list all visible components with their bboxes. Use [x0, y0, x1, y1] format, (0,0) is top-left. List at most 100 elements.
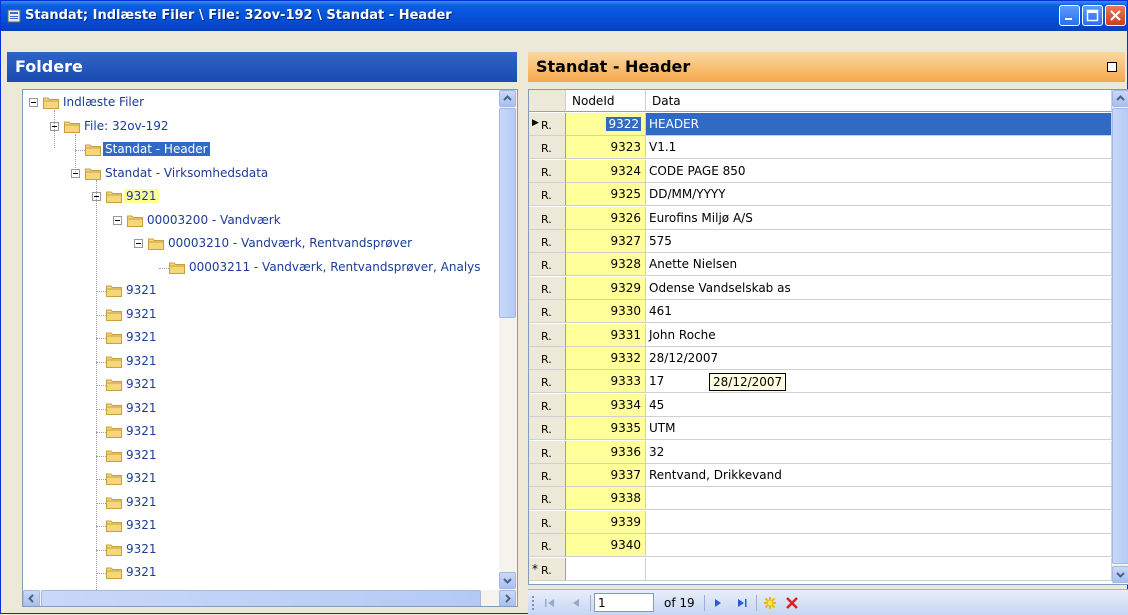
tree-node[interactable]: 00003211 - Vandværk, Rentvandsprøver, An…: [23, 257, 499, 279]
row-selector[interactable]: R.: [529, 136, 566, 160]
tree-node[interactable]: 9321: [23, 280, 499, 302]
tree-node[interactable]: 9321: [23, 468, 499, 490]
delete-icon[interactable]: [784, 595, 800, 611]
tree-node[interactable]: 00003210 - Vandværk, Rentvandsprøver: [23, 233, 499, 255]
nodeid-cell[interactable]: 9331: [566, 323, 646, 347]
collapse-toggle-icon[interactable]: [134, 239, 143, 248]
tree-node[interactable]: 9321: [23, 374, 499, 396]
table-row[interactable]: R. 9340: [529, 534, 1112, 558]
collapse-toggle-icon[interactable]: [29, 98, 38, 107]
nodeid-cell[interactable]: 9340: [566, 534, 646, 558]
tree-node[interactable]: 00003200 - Vandværk: [23, 210, 499, 232]
nodeid-cell[interactable]: 9339: [566, 510, 646, 534]
tree-node[interactable]: 9321: [23, 351, 499, 373]
row-selector[interactable]: R.: [529, 253, 566, 277]
nodeid-cell[interactable]: 9325: [566, 183, 646, 207]
table-row[interactable]: R. 9329 Odense Vandselskab as: [529, 276, 1112, 300]
move-first-icon[interactable]: [542, 595, 558, 611]
table-row[interactable]: R. 9336 32: [529, 440, 1112, 464]
title-bar[interactable]: Standat; Indlæste Filer \ File: 32ov-192…: [1, 1, 1127, 31]
data-cell[interactable]: 28/12/2007: [646, 347, 1112, 370]
row-selector[interactable]: R.: [529, 159, 566, 183]
grid-scroll-down-button[interactable]: [1112, 566, 1128, 583]
add-new-icon[interactable]: [762, 595, 778, 611]
data-cell[interactable]: V1.1: [646, 136, 1112, 160]
tree-node[interactable]: Standat - Virksomhedsdata: [23, 163, 499, 185]
maximize-button[interactable]: [1082, 5, 1103, 26]
table-row[interactable]: R. 9334 45: [529, 393, 1112, 417]
row-selector[interactable]: R.: [529, 440, 566, 464]
table-row[interactable]: ▶ R. 9322 HEADER: [529, 113, 1112, 136]
column-header-nodeid[interactable]: NodeId: [566, 90, 646, 112]
nodeid-cell[interactable]: 9332: [566, 347, 646, 370]
grid-scroll-thumb[interactable]: [1112, 108, 1128, 564]
horizontal-scroll-thumb[interactable]: [41, 590, 481, 606]
data-cell[interactable]: [646, 557, 1112, 581]
row-selector[interactable]: R.: [529, 510, 566, 534]
table-row[interactable]: R. 9323 V1.1: [529, 136, 1112, 160]
table-row[interactable]: R. 9338: [529, 487, 1112, 511]
table-row[interactable]: R. 9326 Eurofins Miljø A/S: [529, 206, 1112, 230]
column-header-data[interactable]: Data: [646, 90, 1112, 112]
tree-node[interactable]: 9321: [23, 515, 499, 537]
row-selector[interactable]: R.: [529, 393, 566, 417]
tree-horizontal-scrollbar[interactable]: [23, 590, 517, 606]
table-row[interactable]: R. 9328 Anette Nielsen: [529, 253, 1112, 277]
grid-vertical-scrollbar[interactable]: [1112, 90, 1128, 584]
nodeid-cell[interactable]: 9322: [566, 113, 646, 136]
row-selector[interactable]: R.: [529, 300, 566, 324]
close-button[interactable]: [1105, 5, 1126, 26]
row-selector[interactable]: R.: [529, 370, 566, 394]
nodeid-cell[interactable]: 9324: [566, 159, 646, 183]
row-selector[interactable]: R.: [529, 323, 566, 347]
collapse-toggle-icon[interactable]: [113, 215, 122, 225]
panel-restore-button[interactable]: [1107, 62, 1117, 72]
tree-node[interactable]: Standat - Header: [23, 139, 499, 161]
scroll-down-button[interactable]: [499, 572, 516, 589]
table-row[interactable]: R. 9331 John Roche: [529, 323, 1112, 347]
minimize-button[interactable]: [1059, 5, 1080, 26]
tree-node[interactable]: 9321: [23, 562, 499, 584]
move-next-icon[interactable]: [710, 595, 726, 611]
table-row[interactable]: R. 9324 CODE PAGE 850: [529, 159, 1112, 183]
row-selector[interactable]: R.: [529, 276, 566, 300]
data-cell[interactable]: Anette Nielsen: [646, 253, 1112, 277]
tree-node[interactable]: Indlæste Filer: [23, 92, 499, 114]
grid-scroll-up-button[interactable]: [1112, 90, 1128, 107]
scroll-up-button[interactable]: [499, 90, 516, 107]
data-cell[interactable]: 45: [646, 393, 1112, 417]
data-grid[interactable]: NodeId Data ▶ R. 9322 HEADER R. 9323 V1.1 R. 932…: [528, 89, 1128, 585]
data-cell[interactable]: 461: [646, 300, 1112, 324]
row-selector[interactable]: R.: [529, 230, 566, 253]
tree-node[interactable]: 9321: [23, 445, 499, 467]
data-cell[interactable]: 32: [646, 440, 1112, 464]
table-row[interactable]: R. 9335 UTM: [529, 417, 1112, 441]
move-last-icon[interactable]: [734, 595, 750, 611]
folder-tree[interactable]: Indlæste Filer File: 32ov-192 Standat - He…: [22, 89, 518, 607]
tree-node[interactable]: 9321: [23, 398, 499, 420]
tree-node[interactable]: 9321: [23, 304, 499, 326]
nodeid-cell[interactable]: 9330: [566, 300, 646, 324]
toolbar-grip[interactable]: [532, 596, 534, 610]
nodeid-cell[interactable]: 9327: [566, 230, 646, 253]
nodeid-cell[interactable]: 9328: [566, 253, 646, 277]
scroll-thumb[interactable]: [499, 108, 516, 318]
tree-vertical-scrollbar[interactable]: [499, 90, 517, 590]
data-cell[interactable]: Eurofins Miljø A/S: [646, 206, 1112, 230]
data-cell[interactable]: Rentvand, Drikkevand: [646, 464, 1112, 487]
tree-node[interactable]: 9321: [23, 492, 499, 514]
row-selector[interactable]: R.: [529, 534, 566, 558]
row-selector[interactable]: R.: [529, 206, 566, 230]
move-previous-icon[interactable]: [568, 595, 584, 611]
position-input[interactable]: 1: [594, 593, 654, 612]
row-selector[interactable]: * R.: [529, 557, 566, 581]
data-cell[interactable]: John Roche: [646, 323, 1112, 347]
tree-node[interactable]: 9321: [23, 186, 499, 208]
nodeid-cell[interactable]: 9336: [566, 440, 646, 464]
row-selector[interactable]: R.: [529, 183, 566, 207]
data-cell[interactable]: [646, 510, 1112, 534]
row-selector[interactable]: R.: [529, 347, 566, 370]
table-row[interactable]: R. 9327 575: [529, 230, 1112, 253]
nodeid-cell[interactable]: 9337: [566, 464, 646, 487]
nodeid-cell[interactable]: 9335: [566, 417, 646, 441]
